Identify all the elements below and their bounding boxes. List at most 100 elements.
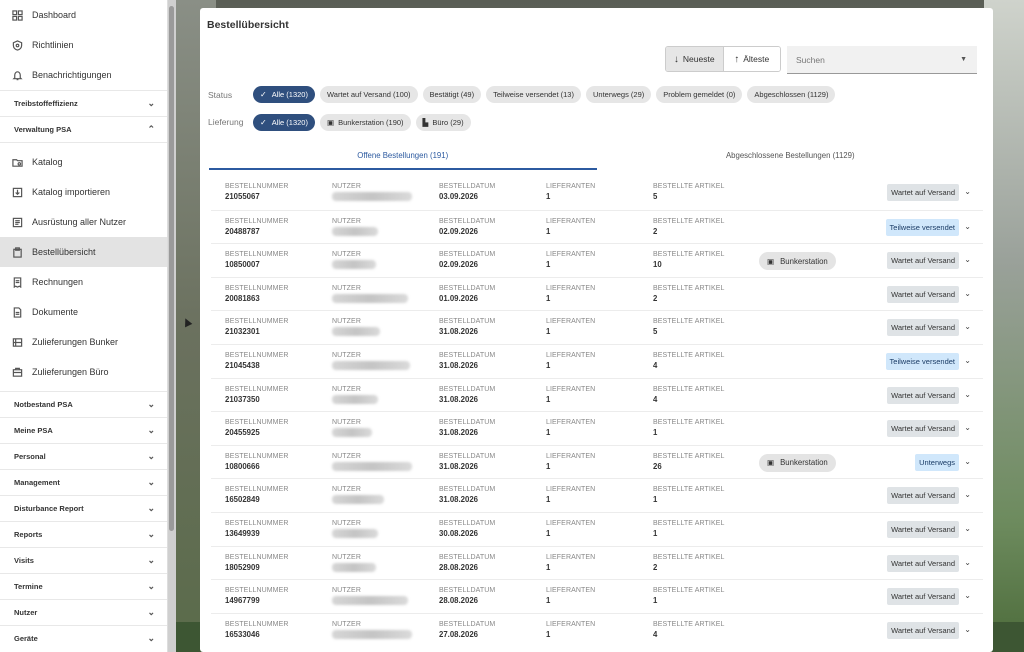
- sidebar-group-notbestand-psa[interactable]: Notbestand PSA ⌄: [0, 391, 167, 417]
- chevron-down-icon[interactable]: ⌄: [964, 356, 971, 365]
- suppliers-cell: LIEFERANTEN 1: [546, 385, 596, 404]
- chevron-down-icon[interactable]: ⌄: [964, 222, 971, 231]
- status-badge[interactable]: Wartet auf Versand: [887, 319, 959, 337]
- chevron-down-icon[interactable]: ⌄: [964, 591, 971, 600]
- chevron-down-icon[interactable]: ⌄: [964, 625, 971, 634]
- status-badge[interactable]: Wartet auf Versand: [887, 487, 959, 505]
- status-badge[interactable]: Unterwegs: [915, 453, 959, 471]
- sidebar-group-ger-te[interactable]: Geräte ⌄: [0, 625, 167, 651]
- redacted-user: [332, 192, 412, 201]
- status-chip[interactable]: Abgeschlossen (1129): [747, 86, 836, 103]
- table-row[interactable]: BESTELLNUMMER 16502849 NUTZER BESTELLDATUM 3…: [211, 478, 983, 512]
- bunker-icon: ▣: [326, 118, 335, 127]
- sort-oldest-button[interactable]: ↑ Älteste: [722, 47, 780, 71]
- table-row[interactable]: BESTELLNUMMER 21032301 NUTZER BESTELLDATUM 3…: [211, 310, 983, 344]
- table-row[interactable]: BESTELLNUMMER 16533046 NUTZER BESTELLDATUM 2…: [211, 612, 983, 647]
- status-badge[interactable]: Wartet auf Versand: [887, 252, 959, 270]
- status-badge[interactable]: Teilweise versendet: [885, 218, 959, 236]
- sidebar-group-label: Reports: [14, 530, 43, 539]
- status-filter-chips: ✓ Alle (1320) Wartet auf Versand (100) Best…: [253, 86, 836, 103]
- sidebar-item-benachrichtigungen[interactable]: Benachrichtigungen: [0, 60, 167, 90]
- table-row[interactable]: BESTELLNUMMER 21055067 NUTZER BESTELLDATUM 0…: [211, 176, 983, 210]
- status-badge[interactable]: Teilweise versendet: [885, 352, 959, 370]
- status-badge[interactable]: Wartet auf Versand: [887, 554, 959, 572]
- office-icon: [10, 365, 24, 379]
- status-chip[interactable]: ✓ Alle (1320): [253, 86, 315, 103]
- sidebar-group-nutzer[interactable]: Nutzer ⌄: [0, 599, 167, 625]
- delivery-chip[interactable]: ▙ Büro (29): [415, 114, 471, 131]
- chevron-down-icon[interactable]: ⌄: [964, 322, 971, 331]
- sidebar-item-katalog-importieren[interactable]: Katalog importieren: [0, 177, 167, 207]
- status-chip[interactable]: Unterwegs (29): [585, 86, 652, 103]
- table-row[interactable]: BESTELLNUMMER 10800666 NUTZER BESTELLDATUM 3…: [211, 444, 983, 479]
- order-date-cell: BESTELLDATUM 28.08.2026: [439, 553, 496, 572]
- chevron-down-icon[interactable]: ⌄: [964, 255, 971, 264]
- table-row[interactable]: BESTELLNUMMER 20081863 NUTZER BESTELLDATUM 0…: [211, 276, 983, 311]
- tab-closed-orders[interactable]: Abgeschlossene Bestellungen (1129): [597, 148, 985, 170]
- status-chip[interactable]: Bestätigt (49): [422, 86, 482, 103]
- sort-newest-button[interactable]: ↓ Neueste: [666, 47, 723, 71]
- user-cell: NUTZER: [332, 218, 378, 238]
- chevron-down-icon[interactable]: ⌄: [964, 558, 971, 567]
- order-date-cell: BESTELLDATUM 03.09.2026: [439, 183, 496, 201]
- order-number-cell: BESTELLNUMMER 13649939: [225, 519, 289, 538]
- sidebar-item-label: Ausrüstung aller Nutzer: [32, 217, 127, 227]
- status-badge[interactable]: Wartet auf Versand: [887, 520, 959, 538]
- table-row[interactable]: BESTELLNUMMER 21045438 NUTZER BESTELLDATUM 3…: [211, 343, 983, 378]
- sidebar-group-visits[interactable]: Visits ⌄: [0, 547, 167, 573]
- table-row[interactable]: BESTELLNUMMER 13649939 NUTZER BESTELLDATUM 3…: [211, 511, 983, 546]
- sidebar-item-rechnungen[interactable]: Rechnungen: [0, 267, 167, 297]
- sidebar-group-treibstoffeffizienz[interactable]: Treibstoffeffizienz ⌄: [0, 90, 167, 116]
- delivery-chip[interactable]: ✓ Alle (1320): [253, 114, 315, 131]
- status-badge[interactable]: Wartet auf Versand: [887, 621, 959, 639]
- sidebar-group-verwaltung-psa[interactable]: Verwaltung PSA ⌃: [0, 116, 167, 142]
- suppliers-cell: LIEFERANTEN 1: [546, 217, 596, 236]
- redacted-user: [332, 461, 412, 471]
- sidebar-item-dokumente[interactable]: Dokumente: [0, 297, 167, 327]
- sidebar-item-zulieferungen-bunker[interactable]: Zulieferungen Bunker: [0, 327, 167, 357]
- status-chip[interactable]: Wartet auf Versand (100): [319, 86, 418, 103]
- chevron-down-icon[interactable]: ⌄: [964, 289, 971, 298]
- chevron-down-icon[interactable]: ⌄: [964, 524, 971, 533]
- chevron-down-icon[interactable]: ⌄: [964, 423, 971, 432]
- status-badge[interactable]: Wartet auf Versand: [887, 420, 959, 438]
- table-row[interactable]: BESTELLNUMMER 10850007 NUTZER BESTELLDATUM 0…: [211, 243, 983, 277]
- delivery-chip[interactable]: ▣ Bunkerstation (190): [319, 114, 411, 131]
- status-badge[interactable]: Wartet auf Versand: [887, 184, 959, 201]
- chevron-down-icon[interactable]: ⌄: [964, 187, 971, 196]
- table-row[interactable]: BESTELLNUMMER 20488787 NUTZER BESTELLDATUM 0…: [211, 209, 983, 244]
- chevron-icon: ⌄: [147, 633, 155, 643]
- sidebar-group-disturbance-report[interactable]: Disturbance Report ⌄: [0, 495, 167, 521]
- table-row[interactable]: BESTELLNUMMER 14967799 NUTZER BESTELLDATUM 2…: [211, 579, 983, 613]
- status-chip[interactable]: Problem gemeldet (0): [656, 86, 743, 103]
- suppliers-cell: LIEFERANTEN 1: [546, 452, 596, 471]
- sidebar-scrollbar[interactable]: [169, 6, 174, 531]
- sidebar-group-meine-psa[interactable]: Meine PSA ⌄: [0, 417, 167, 443]
- table-row[interactable]: BESTELLNUMMER 20455925 NUTZER BESTELLDATUM 3…: [211, 411, 983, 445]
- sidebar-item-richtlinien[interactable]: Richtlinien: [0, 30, 167, 60]
- delivery-location-badge: ▣ Bunkerstation: [759, 453, 836, 472]
- sidebar-item-dashboard[interactable]: Dashboard: [0, 0, 167, 30]
- sidebar-item-katalog[interactable]: Katalog: [0, 147, 167, 177]
- sidebar-group-personal[interactable]: Personal ⌄: [0, 443, 167, 469]
- chevron-down-icon[interactable]: ⌄: [964, 457, 971, 466]
- chevron-down-icon[interactable]: ⌄: [964, 390, 971, 399]
- sidebar-item-ausr-stung-aller-nutzer[interactable]: Ausrüstung aller Nutzer: [0, 207, 167, 237]
- sidebar-group-termine[interactable]: Termine ⌄: [0, 573, 167, 599]
- sidebar-group-reports[interactable]: Reports ⌄: [0, 521, 167, 547]
- table-row[interactable]: BESTELLNUMMER 18052909 NUTZER BESTELLDATUM 2…: [211, 545, 983, 580]
- articles-cell: BESTELLTE ARTIKEL 1: [653, 519, 725, 538]
- chevron-down-icon[interactable]: ⌄: [964, 490, 971, 499]
- search-input[interactable]: Suchen ▼: [787, 46, 977, 74]
- sidebar-item-bestell-bersicht[interactable]: Bestellübersicht: [0, 237, 167, 267]
- table-row[interactable]: BESTELLNUMMER 21037350 NUTZER BESTELLDATUM 3…: [211, 377, 983, 412]
- user-cell: NUTZER: [332, 486, 384, 506]
- status-chip[interactable]: Teilweise versendet (13): [486, 86, 581, 103]
- status-badge[interactable]: Wartet auf Versand: [887, 588, 959, 606]
- sidebar-item-zulieferungen-b-ro[interactable]: Zulieferungen Büro: [0, 357, 167, 387]
- sidebar-group-management[interactable]: Management ⌄: [0, 469, 167, 495]
- tab-open-orders[interactable]: Offene Bestellungen (191): [209, 148, 597, 170]
- chevron-icon: ⌄: [147, 555, 155, 565]
- status-badge[interactable]: Wartet auf Versand: [887, 386, 959, 404]
- status-badge[interactable]: Wartet auf Versand: [887, 285, 959, 303]
